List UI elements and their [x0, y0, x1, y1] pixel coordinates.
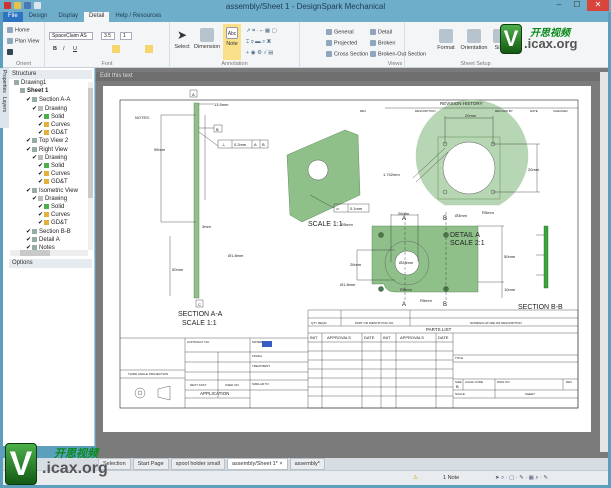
- notes-label[interactable]: NOTES:: [135, 115, 150, 120]
- dim-fv-10mm[interactable]: 10mm: [504, 287, 516, 292]
- dim-fv-dia-3mm[interactable]: Ø3mm: [455, 213, 468, 218]
- selected-note[interactable]: [262, 341, 272, 347]
- dim-fv-r5-a[interactable]: R5mm: [482, 210, 494, 215]
- selection-status: 1 Note: [443, 475, 460, 481]
- section-aa-scale[interactable]: SCALE 1:1: [182, 320, 217, 327]
- dim-50mm[interactable]: 50mm: [172, 267, 184, 272]
- dim-fv-dia-1-8mm[interactable]: Ø1.8mm: [340, 282, 356, 287]
- tb-col-init-2: INIT: [383, 335, 391, 340]
- drawing-sheet[interactable]: NOTES: 95mm 13.5mm A B ⊥ 0.2mm A B 3mm 5…: [0, 0, 611, 488]
- dim-1-742mm[interactable]: 1.742mm: [383, 172, 400, 177]
- tb-size-value: B: [456, 384, 459, 389]
- section-marker-b-bottom[interactable]: B: [443, 302, 447, 308]
- rev-col-checked: CHECKED: [553, 109, 569, 113]
- flatness-value[interactable]: 0.1mm: [350, 206, 363, 211]
- tb-finish: FINISH: [252, 354, 262, 358]
- dim-fv-r5-b[interactable]: R5mm: [341, 222, 353, 227]
- dim-3mm[interactable]: 3mm: [202, 224, 212, 229]
- tb-dwg: DWG NO: [497, 380, 510, 384]
- section-marker-b-top[interactable]: B: [443, 216, 447, 222]
- tb-contract: CONTRACT NO.: [187, 340, 210, 344]
- tb-col-approvals-1: APPROVALS: [327, 335, 351, 340]
- watermark-cn-bottom: 开思视频: [54, 448, 98, 460]
- detail-a-label[interactable]: DETAIL A: [450, 232, 480, 239]
- dim-rv-20mm-top[interactable]: 20mm: [465, 113, 477, 118]
- tb-title: TITLE: [455, 356, 463, 360]
- tb-sheet: SHEET: [525, 392, 535, 396]
- dim-fv-26mm-left[interactable]: 26mm: [350, 262, 362, 267]
- tab-start-page[interactable]: Start Page: [132, 458, 169, 470]
- tb-similar: SIMILAR TO: [252, 382, 270, 386]
- rev-col-description: DESCRIPTION: [415, 109, 436, 113]
- tb-qty: QTY REQD: [311, 321, 327, 325]
- tb-part-no: PART OR IDENTIFYING NO.: [355, 321, 394, 325]
- section-aa-part: [193, 102, 200, 299]
- dim-fv-r5-c[interactable]: R5mm: [400, 287, 412, 292]
- warning-icon[interactable]: ⚠: [413, 475, 418, 481]
- tb-col-date-2: DATE: [438, 335, 449, 340]
- tb-scale: SCALE: [455, 392, 465, 396]
- tb-nomenclature: NOMENCLATURE OR DESCRIPTION: [470, 321, 522, 325]
- tb-rev: REV: [566, 380, 572, 384]
- section-marker-a-top[interactable]: A: [402, 216, 406, 222]
- datum-b[interactable]: B: [216, 127, 219, 132]
- dim-95mm[interactable]: 95mm: [154, 147, 166, 152]
- tolerance-datum-b: B: [262, 142, 265, 147]
- tab-assembly[interactable]: assembly*: [289, 458, 325, 470]
- rev-col-rev: REV: [360, 109, 366, 113]
- dim-fv-r5-d[interactable]: R5mm: [420, 298, 432, 303]
- tolerance-value[interactable]: 0.2mm: [234, 142, 247, 147]
- tb-used-on: USED ON: [225, 383, 239, 387]
- dim-fv-50mm[interactable]: 50mm: [504, 254, 516, 259]
- dim-dia-1-8mm[interactable]: Ø1.8mm: [228, 253, 244, 258]
- dim-rv-20mm-right[interactable]: 20mm: [528, 167, 540, 172]
- tab-assembly-sheet[interactable]: assembly/Sheet 1* ×: [226, 458, 288, 470]
- section-aa-label[interactable]: SECTION A-A: [178, 311, 223, 318]
- dim-13-5mm[interactable]: 13.5mm: [214, 102, 229, 107]
- selection-tools[interactable]: ➤ ⌕ · ▢ · ✎ · ▦ ⌕ · ✎: [495, 475, 548, 482]
- watermark-logo-bottom: V: [5, 443, 37, 485]
- tb-projection: THIRD ANGLE PROJECTION: [128, 372, 168, 376]
- dim-fv-dia-23mm[interactable]: Ø23mm: [399, 260, 414, 265]
- rev-col-record-by: RECORD BY: [495, 109, 513, 113]
- isometric-scale[interactable]: SCALE 1:1: [308, 221, 343, 228]
- tb-col-approvals-2: APPROVALS: [400, 335, 424, 340]
- section-bb-label[interactable]: SECTION B-B: [518, 304, 563, 311]
- section-bb-part: [543, 225, 549, 289]
- tb-col-date-1: DATE: [364, 335, 375, 340]
- tb-col-init-1: INIT: [310, 335, 318, 340]
- tolerance-symbol[interactable]: ⊥: [222, 142, 226, 147]
- detail-a-scale[interactable]: SCALE 2:1: [450, 240, 485, 247]
- rev-col-date: DATE: [530, 109, 538, 113]
- tb-cage: CAGE CODE: [465, 380, 483, 384]
- revision-history-title: REVISION HISTORY: [440, 101, 483, 106]
- tb-parts-list: PARTS LIST: [426, 327, 452, 332]
- tb-application: APPLICATION: [200, 391, 229, 396]
- watermark-site-bottom: .icax.org: [42, 460, 108, 477]
- tolerance-datum-a: A: [254, 142, 257, 147]
- tb-treatment: TREATMENT: [252, 364, 270, 368]
- datum-a[interactable]: A: [192, 92, 195, 97]
- datum-c[interactable]: C: [198, 302, 201, 307]
- tab-spool-holder[interactable]: spool holder small: [170, 458, 225, 470]
- section-marker-a-bottom[interactable]: A: [402, 302, 406, 308]
- tb-next-assy: NEXT ASSY: [190, 383, 207, 387]
